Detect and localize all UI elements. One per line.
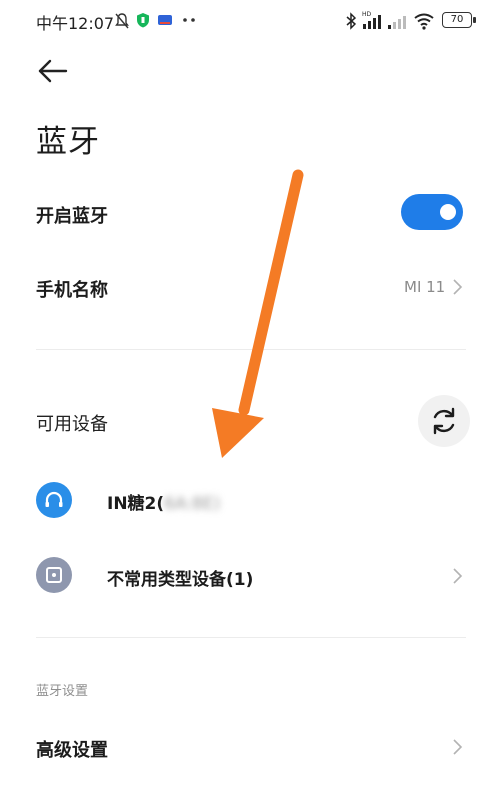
headphones-icon <box>36 482 72 518</box>
page-title: 蓝牙 <box>36 124 100 160</box>
mute-bell-icon <box>115 13 129 29</box>
chevron-right-icon <box>453 279 463 295</box>
bluetooth-toggle-label: 开启蓝牙 <box>36 206 108 227</box>
divider <box>36 637 466 638</box>
device-name: IN糖2(6A:8E) <box>107 489 220 514</box>
refresh-button[interactable] <box>418 395 470 447</box>
bluetooth-toggle-switch[interactable] <box>401 194 463 230</box>
advanced-settings-label: 高级设置 <box>36 740 108 761</box>
available-devices-label: 可用设备 <box>36 414 108 435</box>
shield-icon <box>137 13 149 28</box>
device-item[interactable]: IN糖2(6A:8E) <box>0 470 500 530</box>
refresh-icon <box>433 407 455 435</box>
uncommon-devices-item[interactable]: 不常用类型设备(1) <box>0 545 500 605</box>
advanced-settings-row[interactable]: 高级设置 <box>0 718 500 778</box>
signal-hd-icon: HD <box>362 11 381 29</box>
device-square-icon <box>36 557 72 593</box>
arrow-left-icon <box>38 59 68 83</box>
signal-icon <box>388 16 406 29</box>
settings-section-label: 蓝牙设置 <box>36 684 89 699</box>
more-notifications-icon <box>183 18 195 22</box>
status-bar: 中午12:07 HD 70 <box>0 0 500 42</box>
wifi-icon <box>414 13 434 30</box>
svg-text:HD: HD <box>362 11 372 18</box>
back-button[interactable] <box>36 56 72 86</box>
chevron-right-icon <box>453 739 463 755</box>
uncommon-devices-label: 不常用类型设备(1) <box>107 570 254 590</box>
device-name-text: IN糖2( <box>107 494 165 514</box>
bluetooth-icon <box>346 12 356 30</box>
device-address-blurred: 6A:8E) <box>164 494 221 514</box>
status-time: 中午12:07 <box>36 14 115 33</box>
device-name-value: MI 11 <box>404 278 446 296</box>
device-name-row[interactable]: 手机名称 MI 11 <box>0 256 500 316</box>
toggle-knob <box>440 204 456 220</box>
device-name-label: 手机名称 <box>36 280 108 301</box>
chevron-right-icon <box>453 568 463 584</box>
app-notification-icon <box>158 15 172 25</box>
battery-indicator: 70 <box>442 12 476 28</box>
divider <box>36 349 466 350</box>
